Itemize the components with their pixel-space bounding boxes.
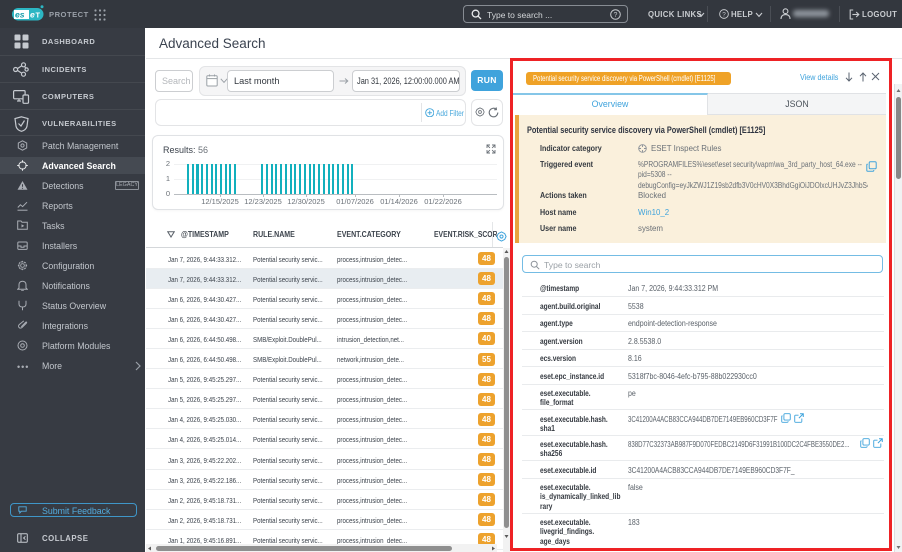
svg-text:es: es (15, 9, 25, 19)
svg-text:T: T (36, 10, 41, 19)
svg-text:?: ? (722, 11, 726, 18)
svg-text:?: ? (614, 12, 618, 19)
svg-text:e: e (30, 9, 35, 19)
